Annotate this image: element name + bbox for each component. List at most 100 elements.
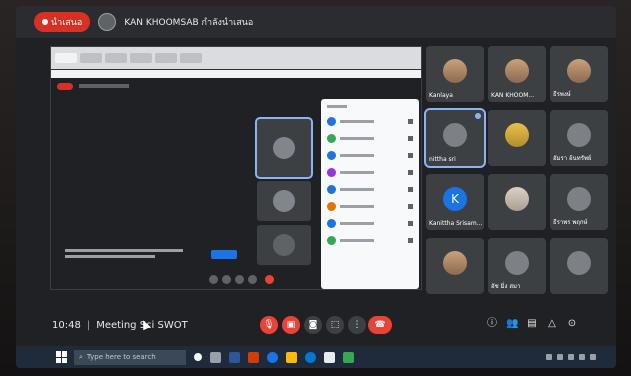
inner-tile	[257, 181, 311, 221]
participant-name: Kanittha Srisam...	[429, 220, 483, 227]
chrome-icon[interactable]	[267, 351, 278, 363]
captions-icon[interactable]: ◙	[304, 316, 322, 334]
inner-control	[222, 275, 231, 284]
participant-tile[interactable]: อัช มิ่ง สมา	[488, 238, 546, 294]
inner-control	[235, 275, 244, 284]
participant-tile[interactable]: Kanlaya	[426, 46, 484, 102]
mic-icon[interactable]: 🎙	[260, 316, 278, 334]
camera-icon[interactable]: ▣	[282, 316, 300, 334]
participant-tile[interactable]	[550, 238, 608, 294]
inner-meet-bar	[51, 78, 421, 94]
top-bar: นำเสนอ KAN KHOOMSAB กำลังนำเสนอ	[16, 6, 616, 38]
taskbar: ⌕ Type here to search	[16, 346, 616, 368]
shared-screen	[50, 46, 422, 290]
browser-tabs	[51, 47, 421, 69]
participant-avatar	[505, 122, 529, 147]
browser-tab	[155, 53, 177, 63]
participant-avatar: K	[443, 186, 467, 211]
search-placeholder: Type here to search	[86, 353, 156, 361]
participant-avatar	[443, 122, 467, 147]
task-view-icon[interactable]	[210, 351, 221, 363]
inner-tile	[255, 117, 313, 179]
browser-tab	[80, 53, 102, 63]
meeting-info: 10:48 | Meeting Sci SWOT	[52, 320, 188, 331]
meet-icon[interactable]	[343, 351, 354, 363]
notification-icon[interactable]	[590, 354, 596, 360]
participant-avatar	[505, 186, 529, 211]
participant-avatar	[443, 58, 467, 83]
inner-button	[211, 250, 237, 259]
participant-avatar	[567, 58, 591, 83]
inner-people-panel	[321, 99, 419, 289]
participant-tile[interactable]: nittha sri	[424, 108, 486, 168]
present-icon[interactable]: ⬚	[326, 316, 344, 334]
more-icon[interactable]: ⋮	[348, 316, 366, 334]
hangup-icon[interactable]: ☎	[368, 316, 392, 334]
file-explorer-icon[interactable]	[286, 351, 297, 363]
participant-tile[interactable]: ธีรพงษ์	[550, 46, 608, 102]
presenter-name: KAN KHOOMSAB กำลังนำเสนอ	[124, 18, 254, 28]
participant-name: ธีรพงษ์	[553, 91, 571, 98]
participant-name: ธีราพร พฤกษ์	[553, 219, 588, 226]
speaking-icon	[475, 113, 481, 119]
volume-icon[interactable]	[557, 354, 563, 360]
word-icon[interactable]	[229, 351, 240, 363]
info-icon[interactable]: ⓘ	[486, 318, 498, 330]
activities-icon[interactable]: △	[546, 318, 558, 330]
participant-avatar	[443, 250, 467, 275]
meeting-bar: 10:48 | Meeting Sci SWOT 🎙 ▣ ◙ ⬚ ⋮ ☎ ⓘ 👥…	[16, 306, 616, 346]
present-label: นำเสนอ	[51, 18, 83, 28]
participant-tile[interactable]: K Kanittha Srisam...	[426, 174, 484, 230]
meet-screen: นำเสนอ KAN KHOOMSAB กำลังนำเสนอ Kanlaya …	[16, 6, 616, 368]
cortana-icon[interactable]	[194, 353, 202, 361]
participant-avatar	[567, 122, 591, 147]
browser-tab	[55, 53, 77, 63]
participant-name: nittha sri	[429, 156, 456, 163]
taskbar-search-input[interactable]: ⌕ Type here to search	[74, 349, 186, 365]
presenter-avatar	[98, 13, 117, 31]
meeting-time: 10:48	[52, 320, 81, 331]
browser-tab	[105, 53, 127, 63]
participant-tile[interactable]: อัมรา อ้นทรัพย์	[550, 110, 608, 166]
people-icon[interactable]: 👥	[506, 318, 518, 330]
address-bar	[51, 70, 421, 78]
inner-present-badge	[57, 82, 73, 90]
search-icon: ⌕	[79, 352, 83, 361]
inner-control	[209, 275, 218, 284]
inner-control	[248, 275, 257, 284]
store-icon[interactable]	[324, 351, 335, 363]
system-tray	[546, 354, 596, 360]
participant-avatar	[567, 186, 591, 211]
edge-icon[interactable]	[305, 351, 316, 363]
inner-hangup	[265, 275, 274, 284]
chat-icon[interactable]: ▤	[526, 318, 538, 330]
meeting-separator: |	[86, 320, 91, 331]
participant-tile[interactable]	[426, 238, 484, 294]
browser-tab	[180, 53, 202, 63]
participant-name: Kanlaya	[429, 92, 453, 99]
participant-name: อัช มิ่ง สมา	[491, 283, 521, 290]
network-icon[interactable]	[546, 354, 552, 360]
language-icon[interactable]	[579, 354, 585, 360]
participant-avatar	[567, 250, 591, 275]
battery-icon[interactable]	[568, 354, 574, 360]
inner-message	[65, 249, 185, 265]
present-badge[interactable]: นำเสนอ	[34, 12, 91, 32]
inner-presenter-line	[79, 84, 129, 88]
windows-start-icon[interactable]	[56, 351, 68, 363]
browser-tab	[130, 53, 152, 63]
participant-name: KAN KHOOM...	[491, 92, 535, 99]
monitor-frame: นำเสนอ KAN KHOOMSAB กำลังนำเสนอ Kanlaya …	[0, 0, 631, 376]
lock-icon[interactable]: ⊙	[566, 318, 578, 330]
participant-name: อัมรา อ้นทรัพย์	[553, 155, 592, 162]
participant-grid: Kanlaya KAN KHOOM... ธีรพงษ์ nittha sri …	[424, 46, 610, 294]
participant-tile[interactable]	[488, 174, 546, 230]
participant-avatar	[505, 250, 529, 275]
participant-tile[interactable]	[488, 110, 546, 166]
powerpoint-icon[interactable]	[248, 351, 259, 363]
record-icon	[42, 19, 48, 25]
participant-tile[interactable]: KAN KHOOM...	[488, 46, 546, 102]
participant-tile[interactable]: ธีราพร พฤกษ์	[550, 174, 608, 230]
participant-avatar	[505, 58, 529, 83]
inner-tile	[257, 225, 311, 265]
